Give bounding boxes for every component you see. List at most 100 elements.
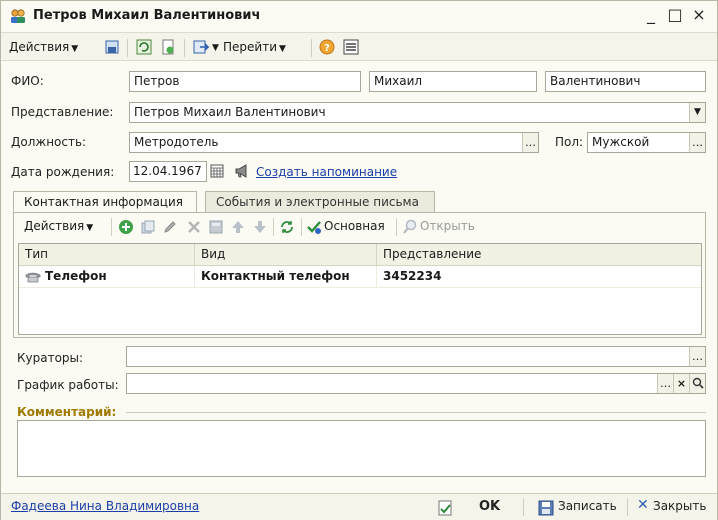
dialog-window: Петров Михаил Валентинович _ □ × Действи… bbox=[0, 0, 718, 520]
row-kind-cell: Контактный телефон bbox=[195, 266, 377, 288]
contacts-toolbar: Действия ▼ Основная Открыть bbox=[14, 215, 705, 239]
copy-icon[interactable] bbox=[140, 219, 156, 235]
chevron-down-icon: ▼ bbox=[279, 44, 286, 54]
chevron-down-icon[interactable]: ▼ bbox=[212, 38, 219, 59]
column-kind-header[interactable]: Вид bbox=[195, 244, 377, 266]
toolbar-separator bbox=[127, 39, 128, 57]
refresh-icon[interactable] bbox=[136, 39, 152, 55]
svg-text:?: ? bbox=[324, 43, 330, 54]
reminder-megaphone-icon bbox=[235, 164, 247, 178]
save-icon bbox=[538, 500, 554, 516]
save-copy-icon[interactable] bbox=[104, 39, 120, 55]
toolbar-separator bbox=[396, 218, 397, 236]
footer-bar: Фадеева Нина Владимировна OK Записать ✕ … bbox=[1, 493, 717, 520]
maximize-button[interactable]: □ bbox=[665, 5, 685, 25]
list-form-icon[interactable] bbox=[343, 39, 359, 55]
comment-textarea[interactable] bbox=[17, 420, 706, 477]
add-icon[interactable] bbox=[118, 219, 134, 235]
position-label: Должность: bbox=[11, 135, 87, 149]
row-type-value: Телефон bbox=[45, 269, 107, 283]
goto-menu-label: Перейти bbox=[223, 40, 277, 54]
ok-button[interactable]: OK bbox=[479, 499, 500, 514]
minimize-button[interactable]: _ bbox=[641, 5, 661, 25]
goto-menu[interactable]: Перейти ▼ bbox=[223, 37, 286, 58]
contact-info-panel: Действия ▼ Основная Открыть Тип Вид Пред… bbox=[13, 212, 706, 338]
goto-icon[interactable] bbox=[193, 39, 209, 55]
phone-icon bbox=[25, 272, 41, 283]
comment-divider bbox=[126, 412, 706, 413]
column-type-header[interactable]: Тип bbox=[19, 244, 195, 266]
toolbar-separator bbox=[273, 218, 274, 236]
dropdown-arrow-icon[interactable]: ▼ bbox=[689, 103, 705, 122]
responsible-user-link[interactable]: Фадеева Нина Владимировна bbox=[11, 499, 199, 513]
schedule-select-button[interactable]: … bbox=[657, 374, 673, 393]
contacts-table: Тип Вид Представление Телефон Контактный… bbox=[18, 243, 702, 335]
contact-persons-icon bbox=[11, 9, 25, 23]
tab-contact-info[interactable]: Контактная информация bbox=[13, 191, 197, 214]
schedule-field[interactable]: … × bbox=[126, 373, 706, 394]
table-header: Тип Вид Представление bbox=[19, 244, 701, 266]
edit-pencil-icon[interactable] bbox=[162, 219, 178, 235]
birth-date-label: Дата рождения: bbox=[11, 165, 115, 179]
curators-select-button[interactable]: … bbox=[689, 347, 705, 366]
curators-label: Кураторы: bbox=[17, 351, 84, 365]
representation-field[interactable]: Петров Михаил Валентинович ▼ bbox=[129, 102, 706, 123]
primary-checkmark-icon bbox=[307, 221, 321, 234]
gender-field[interactable]: Мужской … bbox=[587, 132, 706, 153]
search-icon[interactable] bbox=[689, 374, 705, 393]
comment-heading: Комментарий: bbox=[17, 405, 117, 419]
toolbar-separator bbox=[184, 39, 185, 57]
middle-name-field[interactable]: Валентинович bbox=[545, 71, 706, 92]
gender-value: Мужской bbox=[592, 135, 650, 149]
window-title: Петров Михаил Валентинович bbox=[33, 8, 261, 23]
table-row[interactable]: Телефон Контактный телефон 3452234 bbox=[19, 266, 701, 288]
position-value: Метродотель bbox=[134, 135, 219, 149]
tab-events-emails[interactable]: События и электронные письма bbox=[205, 191, 435, 213]
gender-label: Пол: bbox=[555, 135, 584, 149]
calculator-icon[interactable] bbox=[208, 219, 224, 235]
close-window-button[interactable]: × bbox=[689, 5, 709, 25]
toolbar-separator bbox=[111, 218, 112, 236]
actions-menu-label: Действия bbox=[9, 40, 70, 54]
representation-value: Петров Михаил Валентинович bbox=[134, 105, 326, 119]
help-icon[interactable]: ? bbox=[319, 39, 335, 55]
row-value-cell: 3452234 bbox=[383, 269, 442, 283]
position-select-button[interactable]: … bbox=[522, 133, 538, 152]
footer-separator bbox=[627, 498, 628, 516]
actions-menu[interactable]: Действия ▼ bbox=[9, 37, 78, 58]
title-bar: Петров Михаил Валентинович _ □ × bbox=[1, 1, 717, 31]
clear-icon[interactable]: × bbox=[673, 374, 689, 393]
gender-select-button[interactable]: … bbox=[689, 133, 705, 152]
magnifier-icon bbox=[403, 219, 417, 234]
footer-separator bbox=[523, 498, 524, 516]
toolbar-separator bbox=[301, 218, 302, 236]
refresh-icon[interactable] bbox=[279, 219, 295, 235]
row-type-cell: Телефон bbox=[19, 266, 195, 288]
last-name-field[interactable]: Петров bbox=[129, 71, 361, 92]
close-x-icon: ✕ bbox=[637, 497, 649, 513]
first-name-field[interactable]: Михаил bbox=[369, 71, 537, 92]
move-down-icon[interactable] bbox=[252, 219, 268, 235]
column-representation-header[interactable]: Представление bbox=[377, 244, 703, 266]
create-reminder-link[interactable]: Создать напоминание bbox=[256, 165, 397, 179]
contacts-actions-label: Действия bbox=[24, 219, 85, 233]
open-button[interactable]: Открыть bbox=[420, 216, 475, 237]
chevron-down-icon: ▼ bbox=[71, 44, 79, 54]
position-field[interactable]: Метродотель … bbox=[129, 132, 539, 153]
fio-label: ФИО: bbox=[11, 74, 44, 88]
toolbar-separator bbox=[311, 39, 312, 57]
main-toolbar: Действия ▼ ▼ Перейти ▼ ? bbox=[1, 32, 717, 61]
post-document-icon[interactable] bbox=[437, 500, 453, 516]
representation-label: Представление: bbox=[11, 105, 114, 119]
curators-field[interactable]: … bbox=[126, 346, 706, 367]
save-button[interactable]: Записать bbox=[558, 499, 617, 513]
move-up-icon[interactable] bbox=[230, 219, 246, 235]
set-primary-button[interactable]: Основная bbox=[324, 216, 385, 237]
close-button[interactable]: Закрыть bbox=[653, 499, 706, 513]
birth-date-field[interactable]: 12.04.1967 bbox=[129, 161, 207, 182]
contacts-actions-menu[interactable]: Действия ▼ bbox=[24, 216, 93, 237]
calendar-icon[interactable] bbox=[210, 164, 224, 178]
document-refresh-icon[interactable] bbox=[160, 39, 176, 55]
schedule-label: График работы: bbox=[17, 378, 119, 392]
delete-icon[interactable] bbox=[186, 219, 202, 235]
